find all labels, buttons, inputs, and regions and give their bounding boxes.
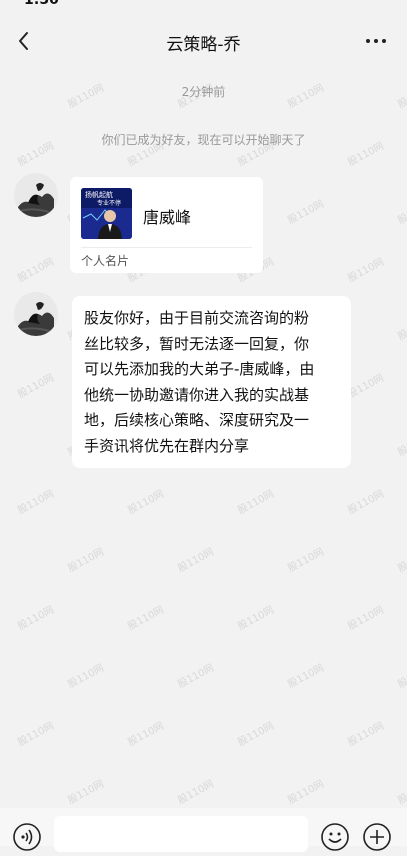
more-dot — [382, 39, 386, 43]
message-input[interactable] — [54, 816, 308, 852]
watermark-text: 股110网 — [236, 604, 276, 633]
message-bubble[interactable]: 股友你好，由于目前交流咨询的粉 丝比较多，暂时无法逐一回复，你 可以先添加我的大… — [72, 296, 351, 468]
status-time: 1:50 — [24, 0, 59, 8]
contact-card[interactable]: 扬帆起航 专业不停 唐威峰 个人名片 — [70, 177, 263, 273]
message-line: 手资讯将优先在群内分享 — [84, 436, 250, 455]
signal-battery-icon — [299, 0, 379, 4]
emoji-button[interactable] — [320, 822, 350, 852]
more-button[interactable] — [363, 28, 389, 54]
watermark-text: 股110网 — [286, 198, 326, 227]
watermark-text: 股110网 — [346, 488, 386, 517]
watermark-text: 股110网 — [346, 604, 386, 633]
watermark-text: 股110网 — [176, 662, 216, 691]
watermark-text: 股110网 — [16, 256, 56, 285]
watermark-text: 股110网 — [176, 778, 216, 807]
watermark-text: 股110网 — [286, 778, 326, 807]
watermark-text: 股110网 — [236, 720, 276, 749]
contact-thumbnail-image: 扬帆起航 专业不停 — [81, 188, 132, 239]
watermark-text: 股110网 — [126, 604, 166, 633]
message-line: 可以先添加我的大弟子-唐威峰，由 — [84, 360, 315, 378]
message-line: 他统一协助邀请你进入我的实战基 — [84, 385, 310, 404]
status-bar: 1:50 — [0, 0, 407, 12]
watermark-text: 股110网 — [66, 546, 106, 575]
message-line: 丝比较多，暂时无法逐一回复，你 — [84, 334, 310, 353]
watermark-text: 股110网 — [346, 372, 386, 401]
watermark-text: 股110网 — [126, 488, 166, 517]
chat-title: 云策略-乔 — [166, 35, 241, 55]
watermark-text: 股110网 — [176, 546, 216, 575]
emoji-icon — [321, 823, 349, 851]
voice-icon — [13, 823, 41, 851]
watermark-text: 股110网 — [16, 372, 56, 401]
thumbnail-text-1: 扬帆起航 — [85, 190, 113, 199]
contact-card-name: 唐威峰 — [143, 208, 192, 227]
ink-painting-avatar-icon — [14, 292, 58, 336]
watermark-text: 股110网 — [396, 430, 407, 459]
contact-card-thumbnail: 扬帆起航 专业不停 — [81, 188, 132, 239]
plus-icon — [363, 823, 391, 851]
plus-button[interactable] — [362, 822, 392, 852]
watermark-text: 股110网 — [16, 604, 56, 633]
watermark-text: 股110网 — [396, 546, 407, 575]
card-divider — [81, 247, 252, 248]
more-dot — [374, 39, 378, 43]
watermark-text: 股110网 — [346, 720, 386, 749]
sender-avatar[interactable] — [14, 292, 58, 336]
watermark-text: 股110网 — [66, 778, 106, 807]
message-line: 股友你好，由于目前交流咨询的粉 — [84, 309, 310, 327]
watermark-text: 股110网 — [286, 662, 326, 691]
watermark-text: 股110网 — [346, 256, 386, 285]
sender-avatar[interactable] — [14, 173, 58, 217]
contact-card-label: 个人名片 — [81, 254, 130, 268]
watermark-text: 股110网 — [396, 662, 407, 691]
message-timestamp: 2分钟前 — [181, 85, 226, 99]
watermark-text: 股110网 — [126, 720, 166, 749]
watermark-text: 股110网 — [396, 198, 407, 227]
watermark-text: 股110网 — [16, 488, 56, 517]
watermark-text: 股110网 — [66, 662, 106, 691]
input-bar — [0, 808, 407, 852]
ink-painting-avatar-icon — [14, 173, 58, 217]
chat-header: 云策略-乔 — [0, 12, 407, 70]
watermark-text: 股110网 — [16, 720, 56, 749]
voice-button[interactable] — [12, 822, 42, 852]
watermark-text: 股110网 — [286, 546, 326, 575]
message-line: 地，后续核心策略、深度研究及一 — [84, 411, 310, 429]
system-notice: 你们已成为好友，现在可以开始聊天了 — [101, 133, 306, 147]
watermark-text: 股110网 — [396, 778, 407, 807]
more-dots-icon — [366, 39, 370, 43]
watermark-text: 股110网 — [236, 488, 276, 517]
watermark-text: 股110网 — [396, 314, 407, 343]
thumbnail-text-2: 专业不停 — [97, 199, 121, 207]
